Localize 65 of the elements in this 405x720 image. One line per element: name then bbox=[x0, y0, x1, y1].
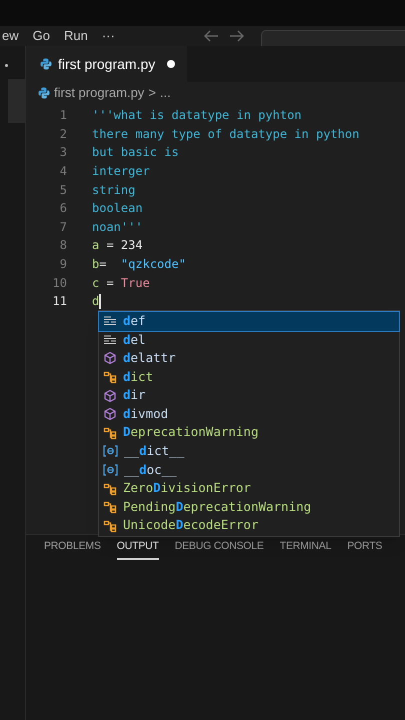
keyword-icon bbox=[103, 315, 117, 328]
line-number: 6 bbox=[58, 200, 67, 218]
suggestion-item[interactable]: UnicodeDecodeError bbox=[99, 516, 399, 536]
breadcrumb-separator: > bbox=[148, 84, 156, 102]
code-line: d bbox=[92, 292, 102, 310]
suggestion-item[interactable]: delattr bbox=[99, 349, 399, 368]
code-line: a = 234 bbox=[92, 237, 143, 254]
code-line: c = True bbox=[92, 274, 150, 292]
code-line: boolean bbox=[92, 200, 143, 218]
back-arrow-icon[interactable] bbox=[202, 30, 219, 42]
line-number: 10 bbox=[52, 274, 67, 292]
suggestion-item[interactable]: DeprecationWarning bbox=[99, 424, 399, 442]
text-cursor bbox=[99, 294, 102, 309]
line-number: 4 bbox=[58, 163, 67, 180]
line-number: 1 bbox=[58, 107, 67, 124]
menu-item[interactable]: ew bbox=[2, 26, 19, 46]
suggestion-item[interactable]: __doc__ bbox=[99, 460, 399, 480]
menu-item[interactable]: Run bbox=[64, 26, 88, 46]
search-field[interactable] bbox=[260, 30, 405, 46]
class-icon bbox=[103, 426, 117, 440]
code-line: there many type of datatype in python bbox=[92, 126, 360, 143]
breadcrumb-item[interactable]: first program.py bbox=[54, 83, 144, 103]
cube-icon bbox=[103, 351, 117, 366]
panel-tab[interactable]: TERMINAL bbox=[280, 539, 332, 560]
field-icon bbox=[103, 464, 118, 476]
code-line: interger bbox=[92, 163, 150, 180]
python-file-icon bbox=[38, 87, 50, 99]
panel-tab[interactable]: OUTPUT bbox=[116, 539, 159, 560]
suggestion-item[interactable]: divmod bbox=[99, 404, 399, 424]
panel-tab[interactable]: PORTS bbox=[347, 539, 382, 560]
cube-icon bbox=[103, 407, 117, 422]
line-number: 5 bbox=[58, 182, 67, 199]
suggestion-item[interactable]: def bbox=[99, 312, 399, 331]
line-number: 8 bbox=[58, 237, 67, 254]
suggestion-item[interactable]: PendingDeprecationWarning bbox=[99, 498, 399, 517]
suggestion-item[interactable]: __dict__ bbox=[99, 442, 399, 461]
line-number: 3 bbox=[58, 144, 67, 162]
code-line: noan''' bbox=[92, 218, 143, 236]
keyword-icon bbox=[103, 334, 117, 346]
suggestion-item[interactable]: del bbox=[99, 330, 399, 350]
code-line: string bbox=[92, 182, 136, 199]
class-icon bbox=[103, 482, 117, 496]
cube-icon bbox=[103, 388, 117, 403]
line-number: 11 bbox=[52, 293, 67, 310]
menu-item[interactable]: ··· bbox=[102, 26, 115, 46]
forward-arrow-icon[interactable] bbox=[228, 30, 245, 42]
class-icon bbox=[103, 500, 117, 514]
code-line: b= "qzkcode" bbox=[92, 256, 186, 274]
suggestion-item[interactable]: ZeroDivisionError bbox=[99, 479, 399, 498]
breadcrumb-item[interactable]: ... bbox=[160, 83, 171, 103]
panel-tab[interactable]: DEBUG CONSOLE bbox=[174, 539, 264, 560]
code-line: '''what is datatype in pyhton bbox=[92, 107, 302, 124]
editor-tab[interactable]: first program.py bbox=[26, 46, 188, 82]
code-line: but basic is bbox=[92, 144, 179, 162]
class-icon bbox=[103, 518, 117, 533]
python-file-icon bbox=[40, 58, 52, 70]
line-number: 7 bbox=[58, 218, 67, 236]
panel-tab[interactable]: PROBLEMS bbox=[44, 539, 101, 560]
menu-item[interactable]: Go bbox=[32, 26, 50, 46]
line-number: 9 bbox=[58, 256, 67, 274]
suggestion-item[interactable]: dir bbox=[99, 386, 399, 405]
line-number: 2 bbox=[58, 126, 67, 143]
field-icon bbox=[103, 445, 118, 458]
suggestion-item[interactable]: dict bbox=[99, 368, 399, 386]
class-icon bbox=[103, 370, 117, 384]
